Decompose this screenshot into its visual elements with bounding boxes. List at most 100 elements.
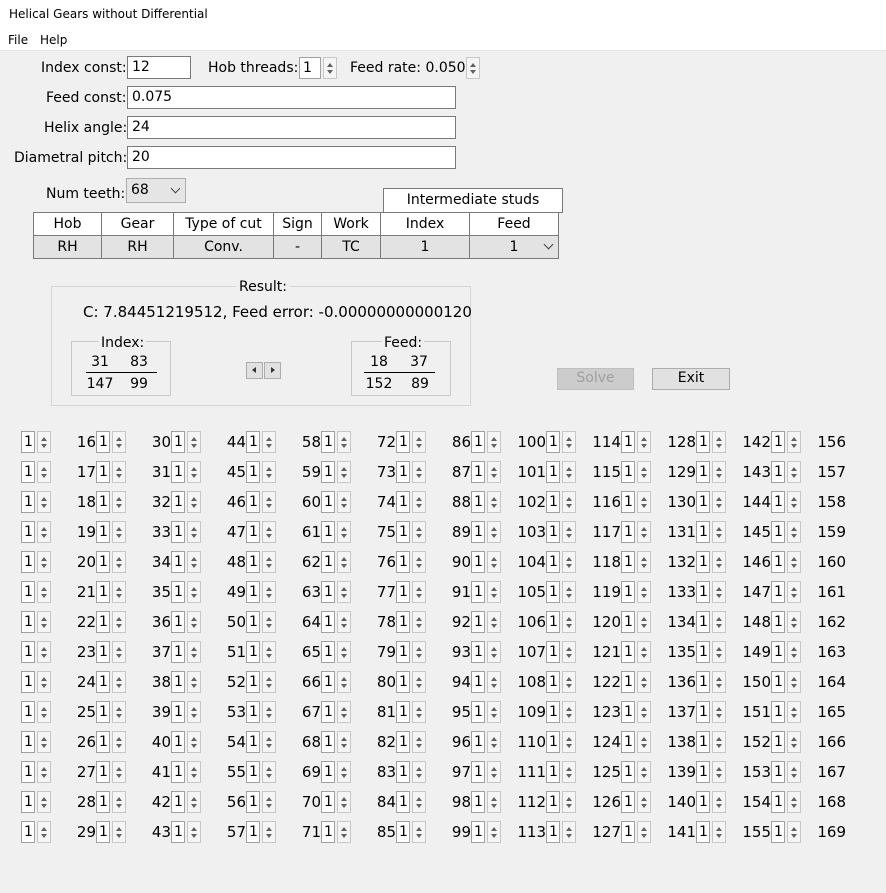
spin-arrows-icon[interactable] [262, 731, 276, 753]
spin-arrows-icon[interactable] [487, 791, 501, 813]
spin-arrows-icon[interactable] [487, 521, 501, 543]
gear-count-value[interactable]: 1 [621, 791, 635, 813]
spin-arrows-icon[interactable] [112, 431, 126, 453]
gear-count-value[interactable]: 1 [471, 731, 485, 753]
gear-77-spinner[interactable]: 1 77 [321, 581, 396, 603]
gear-count-value[interactable]: 1 [321, 461, 335, 483]
gear-count-value[interactable]: 1 [321, 551, 335, 573]
gear-count-value[interactable]: 1 [546, 821, 560, 843]
spin-arrows-icon[interactable] [37, 641, 51, 663]
spin-arrows-icon[interactable] [412, 731, 426, 753]
spin-arrows-icon[interactable] [637, 671, 651, 693]
gear-155-spinner[interactable]: 1 155 [696, 821, 771, 843]
gear-count-value[interactable]: 1 [396, 701, 410, 723]
cell-sign[interactable]: - [273, 235, 322, 259]
gear-156-spinner[interactable]: 1 156 [771, 431, 846, 453]
gear-count-value[interactable]: 1 [696, 551, 710, 573]
spin-arrows-icon[interactable] [112, 611, 126, 633]
gear-count-value[interactable]: 1 [246, 491, 260, 513]
gear-116-spinner[interactable]: 1 116 [546, 491, 621, 513]
gear-57-spinner[interactable]: 1 57 [171, 821, 246, 843]
gear-102-spinner[interactable]: 1 102 [471, 491, 546, 513]
gear-31-spinner[interactable]: 1 31 [96, 461, 171, 483]
gear-61-spinner[interactable]: 1 61 [246, 521, 321, 543]
spin-arrows-icon[interactable] [412, 641, 426, 663]
gear-41-spinner[interactable]: 1 41 [96, 761, 171, 783]
gear-count-value[interactable]: 1 [246, 821, 260, 843]
spin-arrows-icon[interactable] [562, 521, 576, 543]
gear-count-value[interactable]: 1 [546, 671, 560, 693]
gear-67-spinner[interactable]: 1 67 [246, 701, 321, 723]
spin-arrows-icon[interactable] [487, 461, 501, 483]
spin-arrows-icon[interactable] [787, 521, 801, 543]
gear-89-spinner[interactable]: 1 89 [396, 521, 471, 543]
gear-count-value[interactable]: 1 [546, 491, 560, 513]
solve-button[interactable]: Solve [557, 368, 634, 390]
gear-48-spinner[interactable]: 1 48 [171, 551, 246, 573]
num-teeth-dropdown[interactable]: 68 [126, 178, 186, 203]
gear-count-value[interactable]: 1 [771, 581, 785, 603]
gear-count-value[interactable]: 1 [471, 671, 485, 693]
gear-22-spinner[interactable]: 1 22 [21, 611, 96, 633]
gear-117-spinner[interactable]: 1 117 [546, 521, 621, 543]
gear-52-spinner[interactable]: 1 52 [171, 671, 246, 693]
gear-81-spinner[interactable]: 1 81 [321, 701, 396, 723]
gear-50-spinner[interactable]: 1 50 [171, 611, 246, 633]
gear-count-value[interactable]: 1 [246, 791, 260, 813]
spin-arrows-icon[interactable] [112, 581, 126, 603]
spin-arrows-icon[interactable] [187, 461, 201, 483]
gear-36-spinner[interactable]: 1 36 [96, 611, 171, 633]
gear-count-value[interactable]: 1 [471, 611, 485, 633]
gear-count-value[interactable]: 1 [246, 581, 260, 603]
spin-arrows-icon[interactable] [787, 671, 801, 693]
gear-34-spinner[interactable]: 1 34 [96, 551, 171, 573]
gear-count-value[interactable]: 1 [171, 461, 185, 483]
spin-arrows-icon[interactable] [187, 701, 201, 723]
gear-count-value[interactable]: 1 [246, 431, 260, 453]
gear-97-spinner[interactable]: 1 97 [396, 761, 471, 783]
gear-78-spinner[interactable]: 1 78 [321, 611, 396, 633]
gear-count-value[interactable]: 1 [171, 521, 185, 543]
hob-threads-spinner[interactable]: 1 [299, 57, 339, 79]
spin-arrows-icon[interactable] [37, 581, 51, 603]
gear-count-value[interactable]: 1 [471, 791, 485, 813]
spin-arrows-icon[interactable] [487, 731, 501, 753]
gear-count-value[interactable]: 1 [771, 521, 785, 543]
gear-112-spinner[interactable]: 1 112 [471, 791, 546, 813]
gear-55-spinner[interactable]: 1 55 [171, 761, 246, 783]
spin-arrows-icon[interactable] [187, 491, 201, 513]
spin-arrows-icon[interactable] [712, 551, 726, 573]
gear-count-value[interactable]: 1 [546, 791, 560, 813]
spin-arrows-icon[interactable] [487, 821, 501, 843]
gear-122-spinner[interactable]: 1 122 [546, 671, 621, 693]
spin-arrows-icon[interactable] [112, 461, 126, 483]
spin-arrows-icon[interactable] [712, 731, 726, 753]
spin-arrows-icon[interactable] [262, 641, 276, 663]
gear-count-value[interactable]: 1 [771, 491, 785, 513]
gear-144-spinner[interactable]: 1 144 [696, 491, 771, 513]
gear-count-value[interactable]: 1 [396, 821, 410, 843]
gear-count-value[interactable]: 1 [96, 821, 110, 843]
gear-107-spinner[interactable]: 1 107 [471, 641, 546, 663]
gear-16-spinner[interactable]: 1 16 [21, 431, 96, 453]
gear-count-value[interactable]: 1 [546, 701, 560, 723]
spin-arrows-icon[interactable] [262, 791, 276, 813]
spin-arrows-icon[interactable] [337, 431, 351, 453]
gear-45-spinner[interactable]: 1 45 [171, 461, 246, 483]
gear-count-value[interactable]: 1 [321, 701, 335, 723]
gear-69-spinner[interactable]: 1 69 [246, 761, 321, 783]
spin-arrows-icon[interactable] [112, 641, 126, 663]
gear-count-value[interactable]: 1 [546, 551, 560, 573]
spin-arrows-icon[interactable] [187, 521, 201, 543]
gear-count-value[interactable]: 1 [21, 641, 35, 663]
spin-arrows-icon[interactable] [637, 641, 651, 663]
gear-count-value[interactable]: 1 [321, 821, 335, 843]
gear-count-value[interactable]: 1 [171, 641, 185, 663]
gear-115-spinner[interactable]: 1 115 [546, 461, 621, 483]
gear-113-spinner[interactable]: 1 113 [471, 821, 546, 843]
spin-arrows-icon[interactable] [487, 431, 501, 453]
gear-104-spinner[interactable]: 1 104 [471, 551, 546, 573]
spin-arrows-icon[interactable] [337, 551, 351, 573]
gear-count-value[interactable]: 1 [621, 731, 635, 753]
spin-arrows-icon[interactable] [562, 641, 576, 663]
